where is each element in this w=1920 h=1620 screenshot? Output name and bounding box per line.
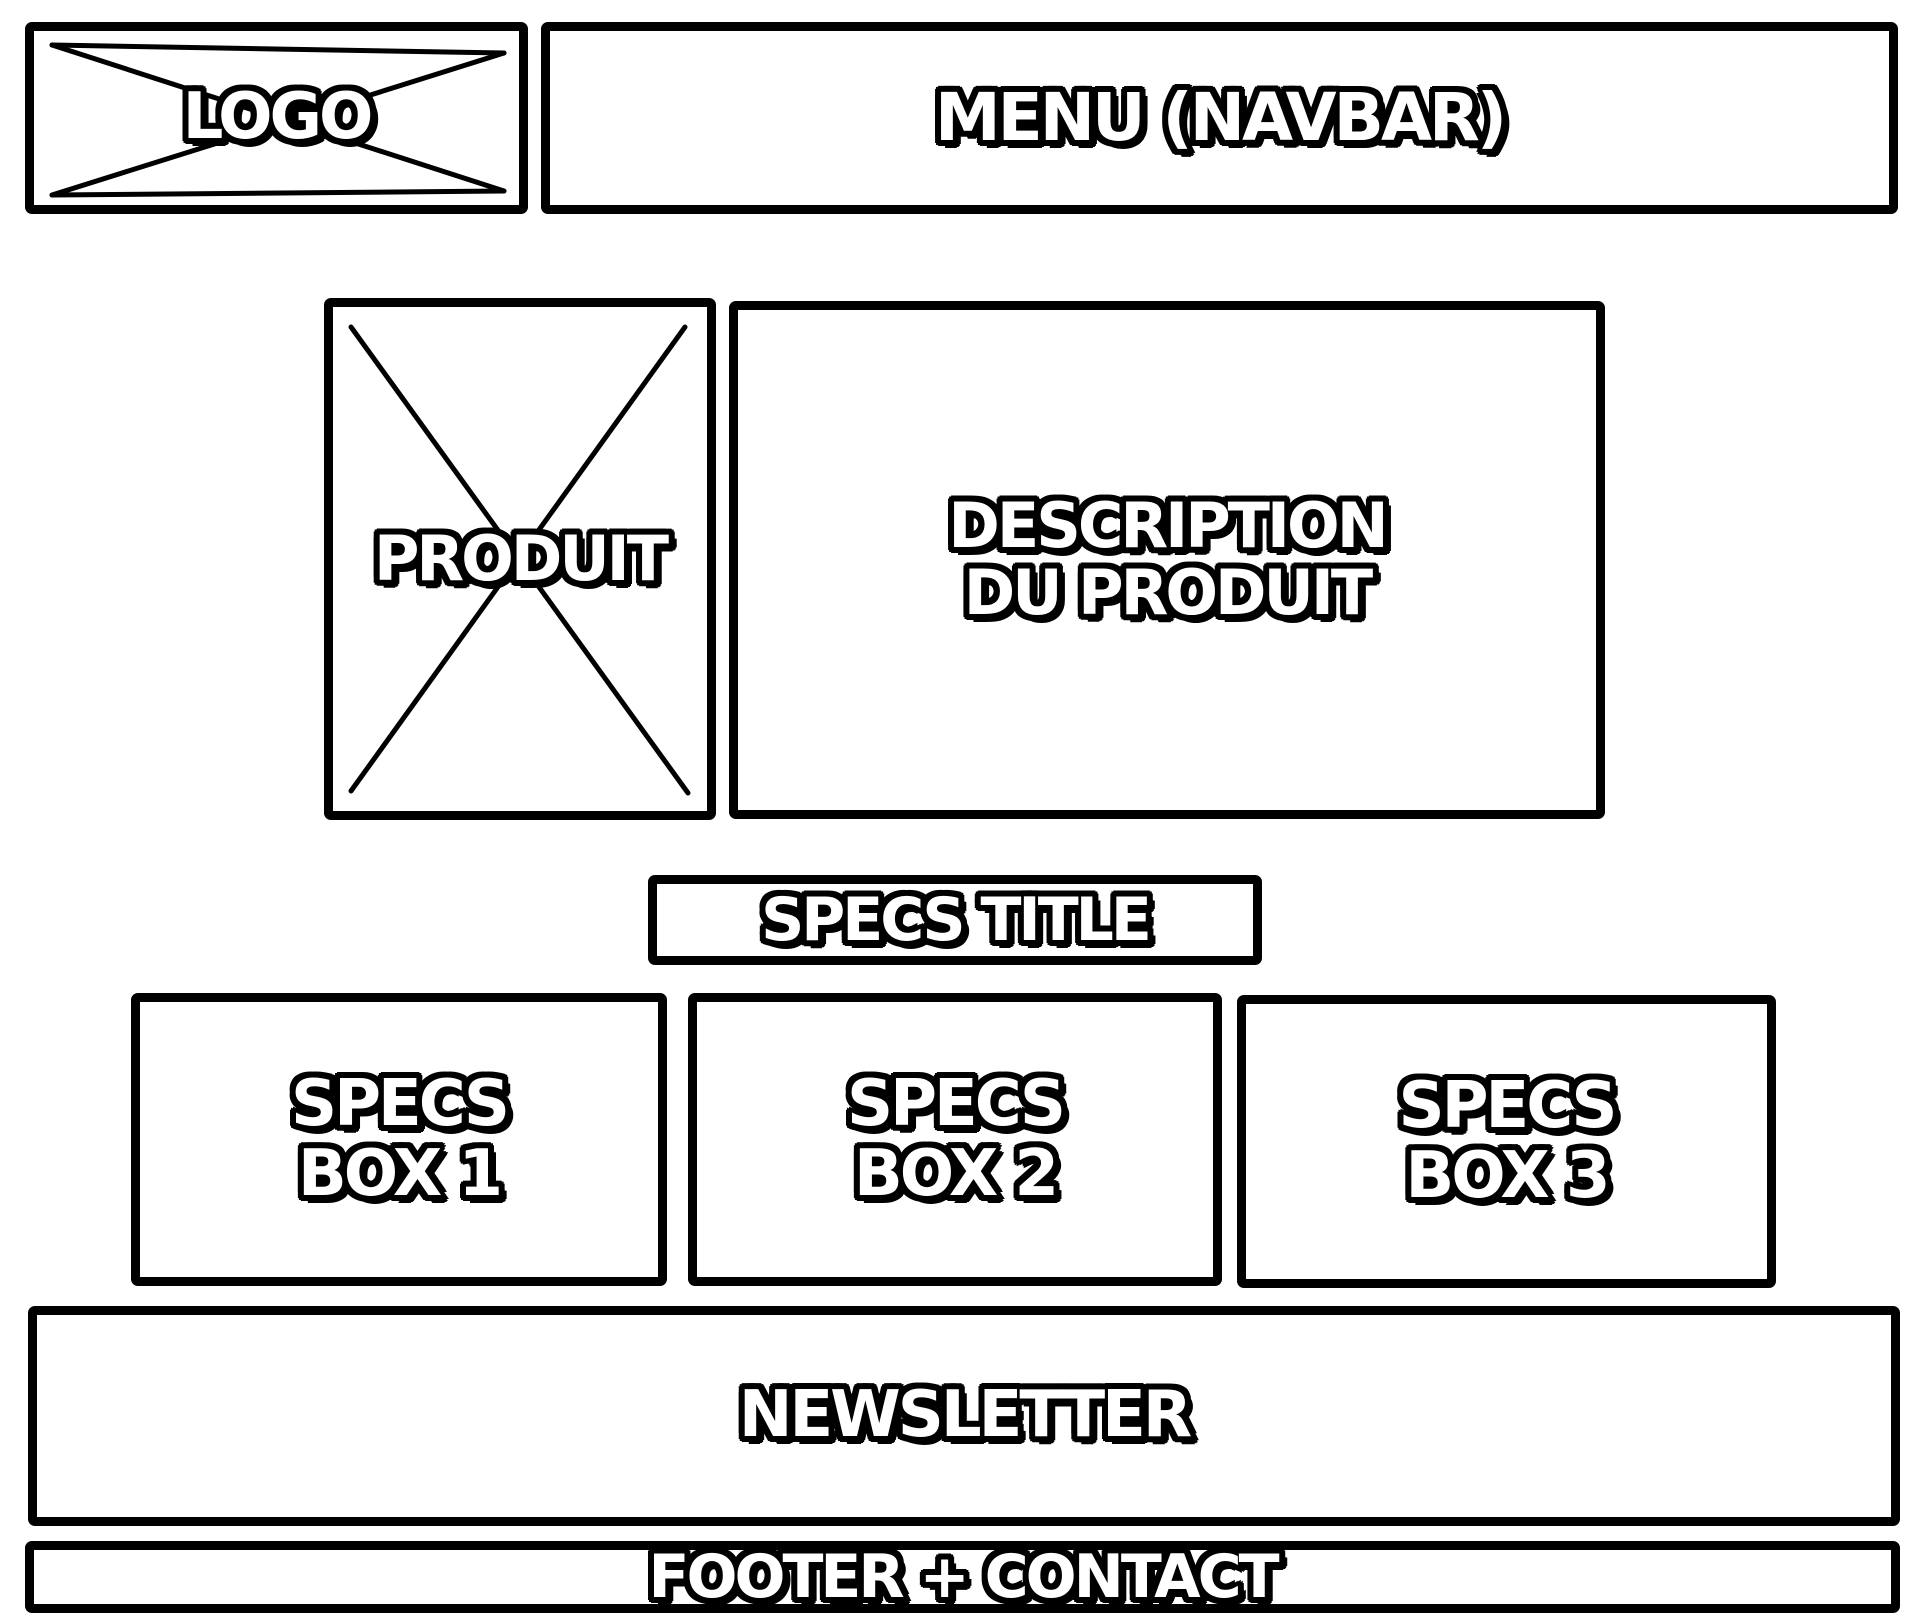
product-image-placeholder: PRODUIT — [324, 298, 716, 820]
specs-box-label: SPECS BOX 1 — [291, 1067, 510, 1211]
specs-box-label: SPECS BOX 3 — [1398, 1069, 1618, 1213]
menu-label: MENU (NAVBAR) — [934, 79, 1507, 157]
newsletter-section[interactable]: NEWSLETTER — [28, 1306, 1900, 1526]
footer-label: FOOTER + CONTACT — [648, 1541, 1279, 1612]
product-description: DESCRIPTION DU PRODUIT — [729, 301, 1605, 819]
specs-box-3: SPECS BOX 3 — [1237, 995, 1776, 1288]
logo-label: LOGO — [182, 80, 374, 155]
newsletter-label: NEWSLETTER — [738, 1378, 1192, 1453]
specs-box-label: SPECS BOX 2 — [847, 1067, 1066, 1211]
logo-placeholder: LOGO — [25, 22, 528, 214]
navbar-menu[interactable]: MENU (NAVBAR) — [541, 22, 1898, 214]
specs-box-2: SPECS BOX 2 — [688, 993, 1222, 1286]
product-description-label: DESCRIPTION DU PRODUIT — [948, 489, 1388, 629]
specs-box-1: SPECS BOX 1 — [131, 993, 667, 1286]
specs-title-label: SPECS TITLE — [761, 884, 1152, 955]
footer-contact: FOOTER + CONTACT — [25, 1541, 1900, 1613]
product-image-label: PRODUIT — [373, 521, 669, 595]
specs-title: SPECS TITLE — [648, 875, 1262, 965]
